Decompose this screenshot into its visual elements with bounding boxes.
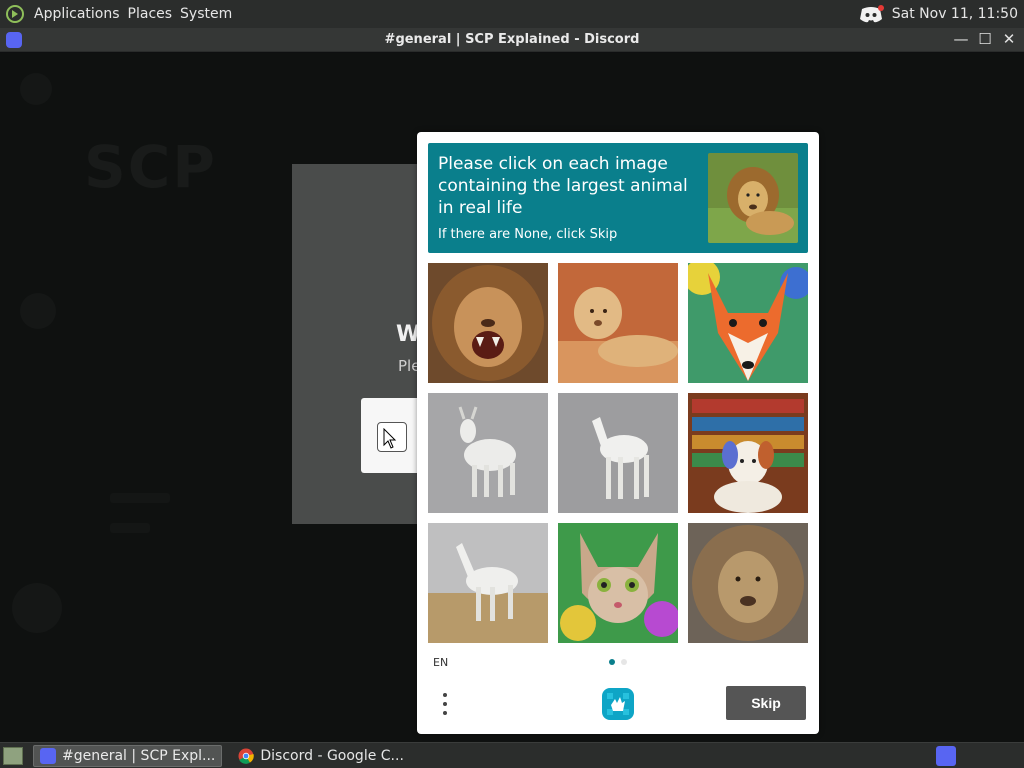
pager-dot-2 (621, 659, 627, 665)
skip-button[interactable]: Skip (726, 686, 806, 720)
reference-lion-image (708, 153, 798, 243)
taskbar-item-label: #general | SCP Expl... (62, 747, 216, 764)
language-selector[interactable]: EN (433, 656, 448, 669)
image-tile-7[interactable] (428, 523, 548, 643)
window-title: #general | SCP Explained - Discord (384, 32, 640, 47)
captcha-prompt: Please click on each image containing th… (428, 143, 808, 253)
minimize-icon[interactable]: — (952, 30, 970, 48)
mint-logo-icon[interactable] (6, 5, 24, 23)
maximize-icon[interactable]: ☐ (976, 30, 994, 48)
image-tile-9[interactable] (688, 523, 808, 643)
show-desktop-icon[interactable] (3, 746, 23, 765)
placeholder-line (110, 523, 150, 533)
image-tile-2[interactable] (558, 263, 678, 383)
clock[interactable]: Sat Nov 11, 11:50 (892, 6, 1018, 22)
menu-places[interactable]: Places (124, 6, 177, 22)
prompt-text: Please click on each image containing th… (438, 154, 688, 218)
taskbar-item-discord[interactable]: #general | SCP Expl... (33, 744, 223, 767)
server-logo: SCP (84, 133, 217, 201)
challenge-pager (609, 659, 627, 665)
hcaptcha-checkbox-card (361, 398, 421, 473)
image-tile-4[interactable] (428, 393, 548, 513)
chrome-icon (238, 748, 255, 764)
close-icon[interactable]: ✕ (1000, 30, 1018, 48)
server-icon (20, 293, 56, 329)
image-tile-6[interactable] (688, 393, 808, 513)
image-tile-1[interactable] (428, 263, 548, 383)
image-tile-5[interactable] (558, 393, 678, 513)
discord-tray-icon[interactable] (858, 4, 884, 24)
prompt-subtext: If there are None, click Skip (438, 227, 618, 242)
mouse-cursor-icon (383, 428, 397, 449)
discord-icon (40, 747, 56, 764)
hcaptcha-logo-icon[interactable] (601, 687, 635, 721)
image-tile-8[interactable] (558, 523, 678, 643)
menu-applications[interactable]: Applications (30, 6, 124, 22)
server-icon (12, 583, 62, 633)
menu-system[interactable]: System (176, 6, 236, 22)
discord-tray-icon[interactable] (936, 746, 956, 766)
image-grid (428, 263, 808, 643)
pager-dot-1 (609, 659, 615, 665)
taskbar-item-label: Discord - Google C... (260, 747, 404, 764)
captcha-challenge: Please click on each image containing th… (417, 132, 819, 734)
top-panel: Applications Places System Sat Nov 11, 1… (0, 0, 1024, 28)
taskbar-item-chrome[interactable]: Discord - Google C... (232, 745, 410, 767)
window-titlebar[interactable]: #general | SCP Explained - Discord — ☐ ✕ (0, 28, 1024, 52)
image-tile-3[interactable] (688, 263, 808, 383)
bottom-taskbar: #general | SCP Expl... Discord - Google … (0, 742, 1024, 768)
placeholder-line (110, 493, 170, 503)
menu-dots-icon[interactable] (437, 690, 453, 718)
server-icon (20, 73, 52, 105)
